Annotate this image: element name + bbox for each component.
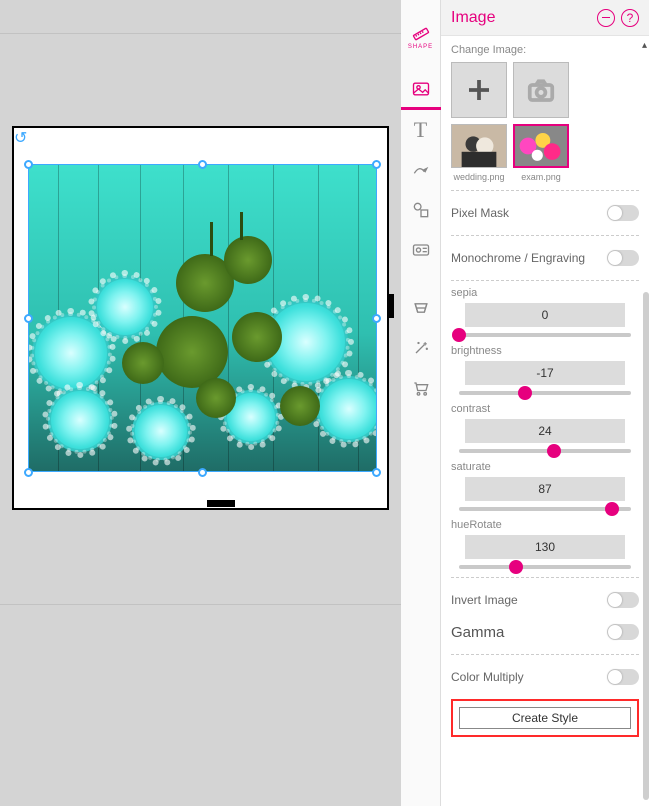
- sample-row: [451, 124, 639, 168]
- tool-image[interactable]: [401, 70, 441, 110]
- selection-outline: [28, 164, 377, 472]
- sample-label-0: wedding.png: [451, 172, 507, 182]
- pixel-mask-label: Pixel Mask: [451, 206, 509, 220]
- saturate-thumb[interactable]: [605, 502, 619, 516]
- tool-magic[interactable]: [401, 328, 441, 368]
- panel-body: Change Image: wedding.png exam.png Pixel…: [441, 36, 649, 745]
- tool-shape[interactable]: SHAPE: [401, 12, 441, 62]
- saturate-value[interactable]: 87: [465, 477, 625, 501]
- invert-toggle[interactable]: [607, 592, 639, 608]
- panel-title: Image: [451, 9, 591, 27]
- contrast-label: contrast: [451, 403, 639, 415]
- invert-row: Invert Image: [451, 584, 639, 616]
- plus-icon: [464, 75, 494, 105]
- tool-cart[interactable]: [401, 368, 441, 408]
- image-source-row: [451, 62, 639, 118]
- resize-handle-mid-right[interactable]: [372, 314, 381, 323]
- help-button[interactable]: ?: [621, 9, 639, 27]
- sample-label-1: exam.png: [513, 172, 569, 182]
- resize-handle-bot-mid[interactable]: [198, 468, 207, 477]
- monochrome-label: Monochrome / Engraving: [451, 251, 585, 265]
- side-tab[interactable]: [388, 294, 394, 318]
- contrast-track[interactable]: [459, 449, 631, 453]
- tool-path[interactable]: [401, 150, 441, 190]
- slider-sepia: sepia 0: [451, 287, 639, 337]
- slider-contrast: contrast 24: [451, 403, 639, 453]
- hueRotate-value[interactable]: 130: [465, 535, 625, 559]
- tool-shape-label: SHAPE: [408, 44, 433, 50]
- change-image-label: Change Image:: [451, 44, 639, 56]
- tool-perspective[interactable]: [401, 288, 441, 328]
- artboard[interactable]: ↺: [12, 126, 389, 510]
- resize-handle-bot-right[interactable]: [372, 468, 381, 477]
- sepia-label: sepia: [451, 287, 639, 299]
- sepia-value[interactable]: 0: [465, 303, 625, 327]
- add-image-button[interactable]: [451, 62, 507, 118]
- sample-wedding[interactable]: [451, 124, 507, 168]
- tool-align[interactable]: [401, 190, 441, 230]
- properties-panel: Image ? ▴ Change Image: wedding.png exam…: [441, 0, 649, 806]
- bottom-tab[interactable]: [207, 500, 235, 507]
- canvas-area[interactable]: ↺: [0, 0, 401, 806]
- contrast-thumb[interactable]: [547, 444, 561, 458]
- slider-brightness: brightness -17: [451, 345, 639, 395]
- resize-handle-top-right[interactable]: [372, 160, 381, 169]
- resize-handle-bot-left[interactable]: [24, 468, 33, 477]
- camera-button[interactable]: [513, 62, 569, 118]
- contrast-value[interactable]: 24: [465, 419, 625, 443]
- saturate-track[interactable]: [459, 507, 631, 511]
- panel-scroll-thumb[interactable]: [643, 292, 649, 800]
- resize-handle-mid-left[interactable]: [24, 314, 33, 323]
- brightness-label: brightness: [451, 345, 639, 357]
- pixel-mask-row: Pixel Mask: [451, 197, 639, 229]
- tool-id[interactable]: [401, 230, 441, 270]
- sepia-track[interactable]: [459, 333, 631, 337]
- rotate-handle[interactable]: ↺: [14, 128, 28, 142]
- create-style-highlight: Create Style: [451, 699, 639, 737]
- slider-hueRotate: hueRotate 130: [451, 519, 639, 569]
- pixel-mask-toggle[interactable]: [607, 205, 639, 221]
- gamma-toggle[interactable]: [607, 624, 639, 640]
- sepia-thumb[interactable]: [452, 328, 466, 342]
- sample-exam[interactable]: [513, 124, 569, 168]
- resize-handle-top-mid[interactable]: [198, 160, 207, 169]
- resize-handle-top-left[interactable]: [24, 160, 33, 169]
- hueRotate-label: hueRotate: [451, 519, 639, 531]
- create-style-button[interactable]: Create Style: [459, 707, 631, 729]
- tool-text[interactable]: T: [401, 110, 441, 150]
- hueRotate-track[interactable]: [459, 565, 631, 569]
- camera-icon: [526, 75, 556, 105]
- gamma-row: Gamma: [451, 616, 639, 648]
- color-multiply-label: Color Multiply: [451, 670, 524, 684]
- saturate-label: saturate: [451, 461, 639, 473]
- invert-label: Invert Image: [451, 593, 518, 607]
- tool-toolbar: SHAPE T: [401, 0, 441, 806]
- panel-header: Image ?: [441, 0, 649, 36]
- slider-saturate: saturate 87: [451, 461, 639, 511]
- gamma-label: Gamma: [451, 624, 504, 641]
- panel-scrollbar[interactable]: [643, 38, 649, 806]
- monochrome-toggle[interactable]: [607, 250, 639, 266]
- hueRotate-thumb[interactable]: [509, 560, 523, 574]
- brightness-track[interactable]: [459, 391, 631, 395]
- sample-labels: wedding.png exam.png: [451, 172, 639, 182]
- brightness-thumb[interactable]: [518, 386, 532, 400]
- color-multiply-row: Color Multiply: [451, 661, 639, 693]
- monochrome-row: Monochrome / Engraving: [451, 242, 639, 274]
- color-multiply-toggle[interactable]: [607, 669, 639, 685]
- brightness-value[interactable]: -17: [465, 361, 625, 385]
- collapse-button[interactable]: [597, 9, 615, 27]
